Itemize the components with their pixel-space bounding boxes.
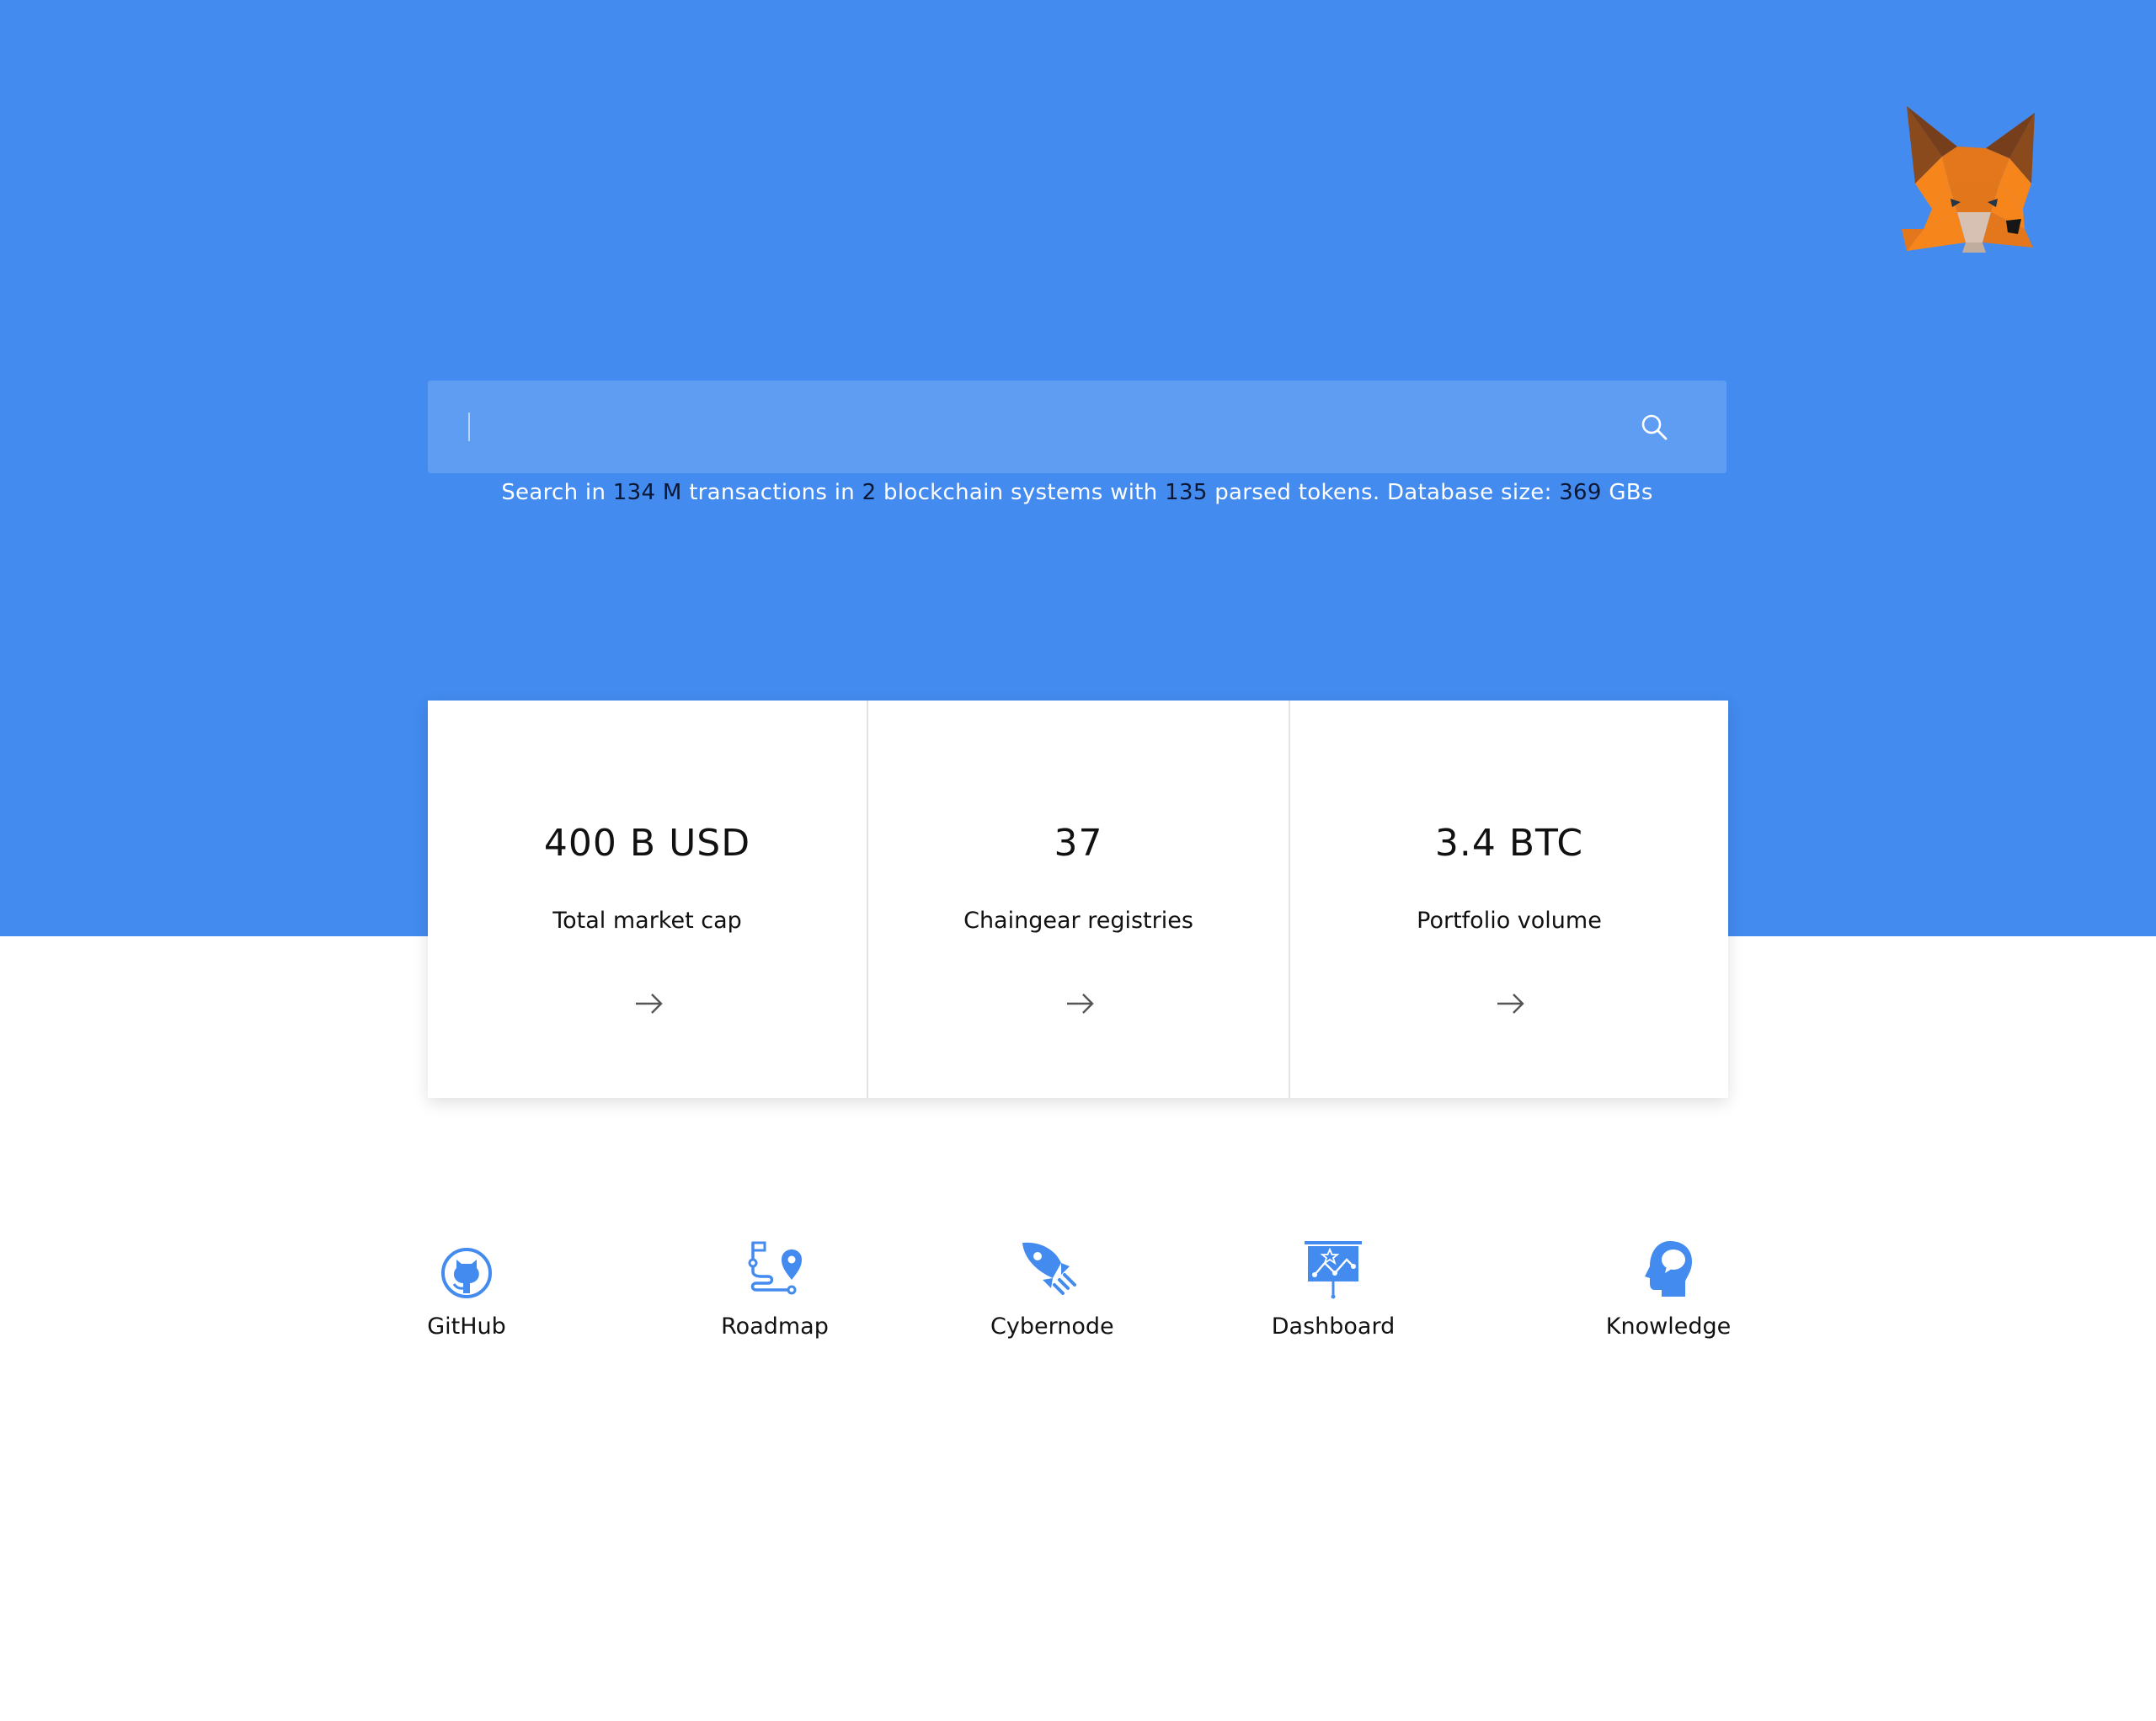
search-icon	[1641, 414, 1668, 440]
footer-links: GitHub Roadmap Cybernode Dashboard Knowl…	[0, 1238, 2156, 1372]
transactions-count: 134 M	[612, 480, 682, 505]
card-portfolio-volume[interactable]: 3.4 BTC Portfolio volume	[1289, 701, 1728, 1098]
link-cybernode[interactable]: Cybernode	[990, 1238, 1114, 1340]
arrow-right-icon[interactable]	[632, 987, 666, 1020]
link-knowledge[interactable]: Knowledge	[1605, 1238, 1732, 1340]
search-button[interactable]	[1629, 402, 1679, 452]
dashboard-icon	[1305, 1241, 1362, 1299]
fox-logo-icon[interactable]	[1898, 103, 2043, 254]
card-value: 3.4 BTC	[1434, 822, 1584, 865]
link-label: Knowledge	[1605, 1313, 1732, 1340]
card-market-cap[interactable]: 400 B USD Total market cap	[428, 701, 867, 1098]
stats-text: GBs	[1601, 480, 1653, 505]
link-label: Roadmap	[721, 1313, 829, 1340]
stats-text: parsed tokens. Database size:	[1207, 480, 1560, 505]
roadmap-icon	[748, 1241, 802, 1295]
github-icon	[441, 1248, 492, 1298]
head-icon	[1645, 1241, 1692, 1297]
systems-count: 2	[862, 480, 877, 505]
link-roadmap[interactable]: Roadmap	[716, 1238, 834, 1340]
card-label: Total market cap	[552, 908, 742, 934]
card-label: Portfolio volume	[1417, 908, 1602, 934]
link-dashboard[interactable]: Dashboard	[1270, 1238, 1396, 1340]
stats-summary: Search in 134 M transactions in 2 blockc…	[428, 480, 1726, 505]
card-value: 400 B USD	[543, 822, 751, 865]
card-chaingear-registries[interactable]: 37 Chaingear registries	[867, 701, 1289, 1098]
stats-text: blockchain systems with	[876, 480, 1166, 505]
tokens-count: 135	[1165, 480, 1208, 505]
arrow-right-icon[interactable]	[1064, 987, 1097, 1020]
link-label: Dashboard	[1271, 1313, 1396, 1340]
link-label: Cybernode	[990, 1313, 1114, 1340]
text-caret	[468, 413, 470, 441]
card-label: Chaingear registries	[963, 908, 1193, 934]
search-bar	[428, 381, 1726, 473]
link-label: GitHub	[427, 1313, 506, 1340]
arrow-right-icon[interactable]	[1494, 987, 1528, 1020]
stats-text: Search in	[501, 480, 613, 505]
database-size: 369	[1559, 480, 1602, 505]
link-github[interactable]: GitHub	[416, 1238, 517, 1340]
search-input[interactable]	[462, 381, 1624, 473]
rocket-icon	[1022, 1242, 1076, 1295]
stats-text: transactions in	[681, 480, 862, 505]
card-value: 37	[1054, 822, 1103, 865]
stats-cards: 400 B USD Total market cap 37 Chaingear …	[428, 701, 1728, 1098]
